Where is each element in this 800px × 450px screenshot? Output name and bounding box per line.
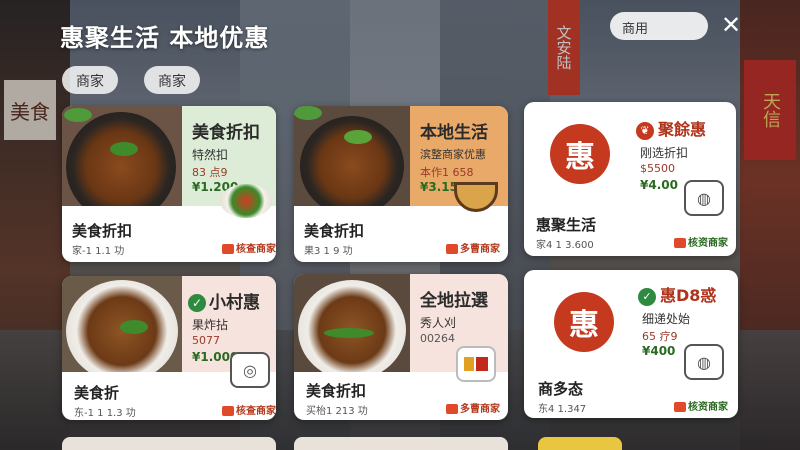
check-icon: ✓ [638,287,656,306]
card-meta: 家4 1 3.600 [536,240,594,251]
brand-name: ✓ 惠D8惑 [638,282,716,306]
offer-panel: 美食折扣 特然扣 83 点9 ¥1.200 [182,106,276,218]
merchant-tag: 多曹商家 [446,400,500,415]
leaf-icon: ❦ [636,121,654,140]
deal-card-3[interactable]: 惠 ❦ 聚餘惠 刚选折扣 $5500 ¥4.00 ◍ 惠聚生活 家4 1 3.60… [524,102,736,256]
offer-subtitle: 特然扣 [192,148,229,162]
deal-card-1[interactable]: 美食折扣 特然扣 83 点9 ¥1.200 美食折扣 家-1 1.1 功 核查商… [62,106,276,262]
dumpling-icon: ◍ [684,180,724,216]
brand-name: ❦ 聚餘惠 [636,116,706,140]
deal-card-9-peek [538,437,622,450]
sauce-pot-icon [454,182,498,212]
offer-price: ¥3.15 [420,180,458,194]
filter-chip-merchant-2[interactable]: 商家 [144,66,200,94]
close-icon[interactable]: ✕ [718,12,744,38]
offer-subtitle: 滨整商家优惠 [420,148,486,161]
deal-card-6[interactable]: 惠 ✓ 惠D8惑 细递处始 65 疗9 ¥400 ◍ 商多态 东4 1.347 核… [524,270,738,418]
deal-card-7-peek [62,437,276,450]
offer-subtitle: 秀人刈 [420,316,457,330]
filter-chip-merchant-1[interactable]: 商家 [62,66,118,94]
card-name: 美食折扣 [306,382,367,400]
offer-title: 本地生活 [420,123,488,143]
card-name: 惠聚生活 [536,216,597,234]
card-meta: 果3 1 9 功 [304,246,353,257]
bowl-icon: ◎ [230,352,270,388]
offer-panel: ✓ 小村惠 果炸拈 5077 ¥1.000 ◎ [182,276,276,388]
tag-icon [674,238,686,248]
deal-card-8-peek [294,437,508,450]
offer-title: 美食折扣 [192,123,260,143]
food-image [294,274,410,372]
tag-icon [446,244,458,254]
offer-old-price: 本作1 658 [420,166,474,179]
merchant-tag: 核资商家 [674,234,728,249]
offer-panel: 全地拉選 秀人刈 00264 [410,274,508,382]
tag-icon [222,244,234,254]
check-icon: ✓ [188,294,206,312]
deal-card-4[interactable]: ✓ 小村惠 果炸拈 5077 ¥1.000 ◎ 美食折 东-1 1 1.3 功 核… [62,276,276,420]
dumpling-icon: ◍ [684,344,724,380]
offer-panel: 本地生活 滨整商家优惠 本作1 658 ¥3.15 [410,106,508,212]
merchant-tag: 核查商家 [222,402,276,417]
merchant-tag: 核查商家 [222,240,276,255]
offer-old-price: 65 疗9 [642,330,678,343]
offer-subtitle: 果炸拈 [192,318,229,332]
search-input[interactable]: 商用 [610,12,708,40]
hui-logo-icon: 惠 [550,124,610,184]
food-image [294,106,410,206]
offer-code: 00264 [420,332,455,345]
offer-title: 全地拉選 [420,291,488,311]
card-name: 商多态 [538,380,584,398]
card-meta: 东4 1.347 [538,404,587,415]
card-name: 美食折扣 [304,222,365,240]
offer-old-price: $5500 [640,162,675,175]
card-name: 美食折 [74,384,120,402]
offer-price: ¥400 [642,344,676,358]
merchant-tag: 核资商家 [674,398,728,413]
food-image [62,106,182,206]
food-image [62,276,182,372]
offer-subtitle: 细递处始 [642,312,691,326]
offer-subtitle: 刚选折扣 [640,146,689,160]
offer-old-price: 5077 [192,334,220,347]
card-meta: 买枱1 213 功 [306,406,368,417]
page-title: 惠聚生活 本地优惠 [60,24,270,52]
tag-icon [222,406,234,416]
deal-card-5[interactable]: 全地拉選 秀人刈 00264 美食折扣 买枱1 213 功 多曹商家 [294,274,508,420]
offer-old-price: 83 点9 [192,166,228,179]
tag-icon [674,402,686,412]
offer-price: ¥4.00 [640,178,678,192]
merchant-tag: 多曹商家 [446,240,500,255]
tag-icon [446,404,458,414]
hui-logo-icon: 惠 [554,292,614,352]
card-meta: 东-1 1 1.3 功 [74,408,136,419]
dish-icon [220,184,272,218]
fries-icon [456,346,496,382]
card-meta: 家-1 1.1 功 [72,246,125,257]
offer-title: ✓ 小村惠 [188,288,260,313]
deal-card-2[interactable]: 本地生活 滨整商家优惠 本作1 658 ¥3.15 美食折扣 果3 1 9 功 … [294,106,508,262]
card-name: 美食折扣 [72,222,133,240]
